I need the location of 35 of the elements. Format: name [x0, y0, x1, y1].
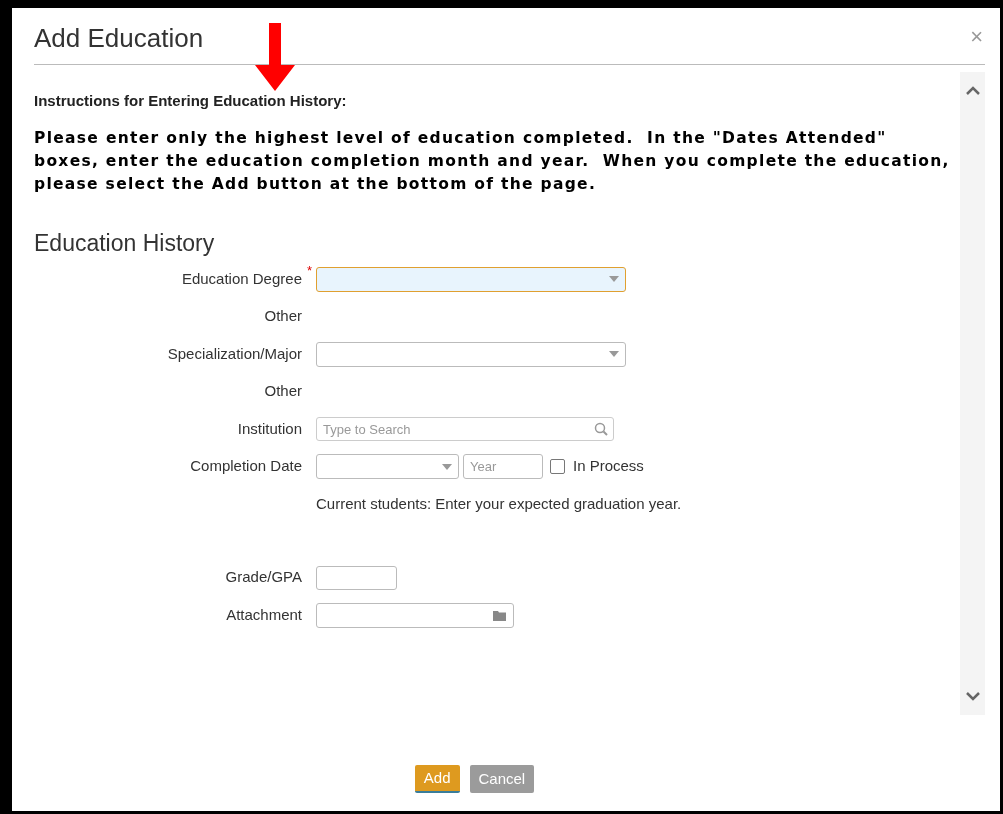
gpa-field[interactable]	[316, 565, 397, 590]
dropdown-field[interactable]	[316, 341, 626, 367]
dropdown-field[interactable]	[316, 266, 626, 292]
help-text: Current students: Enter your expected graduation year.	[316, 493, 682, 514]
field-label: Institution	[237, 418, 302, 439]
search-field[interactable]: Type to Search	[316, 417, 614, 442]
field-label: Attachment	[226, 604, 302, 625]
cancel-button[interactable]: Cancel	[469, 765, 535, 793]
dialog-title: Add Education	[34, 21, 204, 55]
year-field[interactable]: Year	[463, 454, 543, 479]
caret-icon	[609, 351, 619, 357]
field-label: Completion Date	[190, 456, 302, 477]
month-dropdown[interactable]	[316, 454, 459, 479]
checkbox-label: In Process	[573, 456, 644, 477]
field-label: Other	[264, 381, 302, 402]
instructions-heading: Instructions for Entering Education History:	[34, 91, 348, 111]
add-button[interactable]: Add	[414, 765, 460, 793]
in-process-checkbox[interactable]	[550, 459, 565, 474]
field-label: Education Degree	[181, 268, 302, 289]
scrollbar[interactable]	[960, 72, 985, 715]
folder-icon	[493, 609, 507, 621]
field-label: Other	[264, 306, 302, 327]
arrow-icon	[253, 23, 297, 91]
caret-icon	[442, 463, 452, 470]
section-title: Education History	[34, 228, 216, 258]
close-button[interactable]: ×	[970, 19, 985, 53]
field-label: Grade/GPA	[225, 567, 302, 588]
scroll-up-icon[interactable]	[965, 86, 980, 95]
required-marker: *	[306, 261, 312, 280]
caret-icon	[609, 276, 619, 282]
instructions-text: Please enter only the highest level of education completed. In the "Dates Attended" boxes, enter the education completion month and year. When you complete the education, please select the Add button at the bottom of the page.	[34, 127, 951, 195]
field-label: Specialization/Major	[167, 343, 302, 364]
attachment-field[interactable]	[316, 602, 514, 628]
scroll-down-icon[interactable]	[965, 692, 980, 701]
search-icon	[594, 421, 608, 436]
